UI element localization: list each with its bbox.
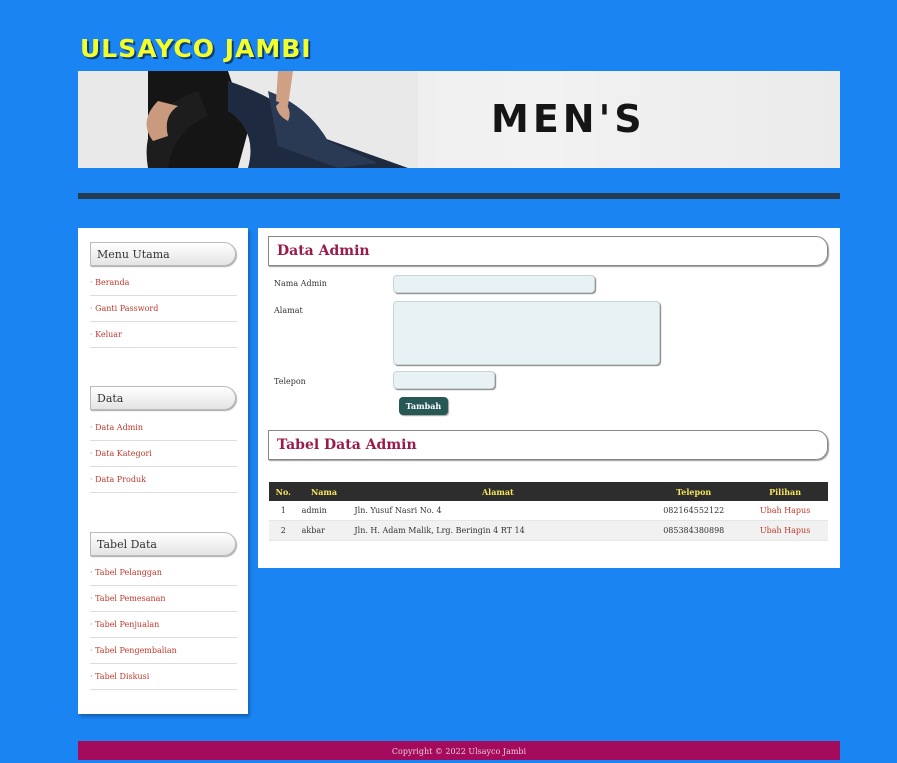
- cell-pilihan: Ubah Hapus: [742, 520, 828, 541]
- sidebar-heading-tabel-data: Tabel Data: [90, 532, 236, 556]
- sidebar-item-tabel-diskusi[interactable]: Tabel Diskusi: [90, 665, 237, 690]
- table-row: 2 akbar Jln. H. Adam Malik, Lrg. Beringi…: [269, 520, 828, 541]
- main-content: Data Admin Nama Admin Alamat Telepon Tam…: [258, 228, 840, 568]
- cell-alamat: Jln. Yusuf Nasri No. 4: [350, 501, 646, 521]
- table-heading: Tabel Data Admin: [268, 430, 828, 460]
- cell-nama: admin: [297, 501, 351, 521]
- ubah-link[interactable]: Ubah: [760, 526, 782, 535]
- cell-no: 1: [269, 501, 298, 521]
- sidebar-heading-data: Data: [90, 386, 236, 410]
- cell-pilihan: Ubah Hapus: [742, 501, 828, 521]
- hapus-link[interactable]: Hapus: [784, 526, 810, 535]
- table-row: 1 admin Jln. Yusuf Nasri No. 4 082164552…: [269, 501, 828, 521]
- sidebar-heading-menu-utama: Menu Utama: [90, 242, 236, 266]
- sidebar-item-beranda[interactable]: Beranda: [90, 271, 237, 296]
- sidebar: Menu Utama Beranda Ganti Password Keluar…: [78, 228, 248, 714]
- sidebar-item-data-kategori[interactable]: Data Kategori: [90, 442, 237, 467]
- col-header-nama: Nama: [297, 482, 351, 501]
- alamat-textarea[interactable]: [393, 301, 660, 365]
- form-heading: Data Admin: [268, 236, 828, 266]
- cell-no: 2: [269, 520, 298, 541]
- sidebar-item-keluar[interactable]: Keluar: [90, 323, 237, 348]
- col-header-telepon: Telepon: [645, 482, 743, 501]
- sidebar-item-tabel-penjualan[interactable]: Tabel Penjualan: [90, 613, 237, 638]
- cell-alamat: Jln. H. Adam Malik, Lrg. Beringin 4 RT 1…: [350, 520, 646, 541]
- telepon-input[interactable]: [393, 371, 495, 389]
- admin-table: No. Nama Alamat Telepon Pilihan 1 admin …: [269, 482, 828, 541]
- col-header-no: No.: [269, 482, 298, 501]
- sidebar-item-tabel-pengembalian[interactable]: Tabel Pengembalian: [90, 639, 237, 664]
- cell-telepon: 082164552122: [645, 501, 743, 521]
- sidebar-item-ganti-password[interactable]: Ganti Password: [90, 297, 237, 322]
- nama-admin-input[interactable]: [393, 275, 595, 293]
- telepon-label: Telepon: [274, 377, 306, 386]
- header-divider: [78, 193, 840, 199]
- cell-nama: akbar: [297, 520, 351, 541]
- hapus-link[interactable]: Hapus: [784, 506, 810, 515]
- footer: Copyright © 2022 Ulsayco Jambi: [78, 741, 840, 760]
- banner-model-image: [78, 71, 418, 168]
- tambah-button[interactable]: Tambah: [399, 397, 448, 415]
- col-header-alamat: Alamat: [350, 482, 646, 501]
- cell-telepon: 085384380898: [645, 520, 743, 541]
- col-header-pilihan: Pilihan: [742, 482, 828, 501]
- ubah-link[interactable]: Ubah: [760, 506, 782, 515]
- sidebar-item-data-produk[interactable]: Data Produk: [90, 468, 237, 493]
- site-title: ULSAYCO JAMBI: [80, 34, 312, 63]
- sidebar-item-tabel-pemesanan[interactable]: Tabel Pemesanan: [90, 587, 237, 612]
- nama-admin-label: Nama Admin: [274, 279, 327, 288]
- sidebar-item-tabel-pelanggan[interactable]: Tabel Pelanggan: [90, 561, 237, 586]
- sidebar-item-data-admin[interactable]: Data Admin: [90, 416, 237, 441]
- banner-text: MEN'S: [491, 97, 646, 141]
- header-banner: MEN'S: [78, 71, 840, 168]
- alamat-label: Alamat: [274, 306, 303, 315]
- table-header-row: No. Nama Alamat Telepon Pilihan: [269, 482, 828, 501]
